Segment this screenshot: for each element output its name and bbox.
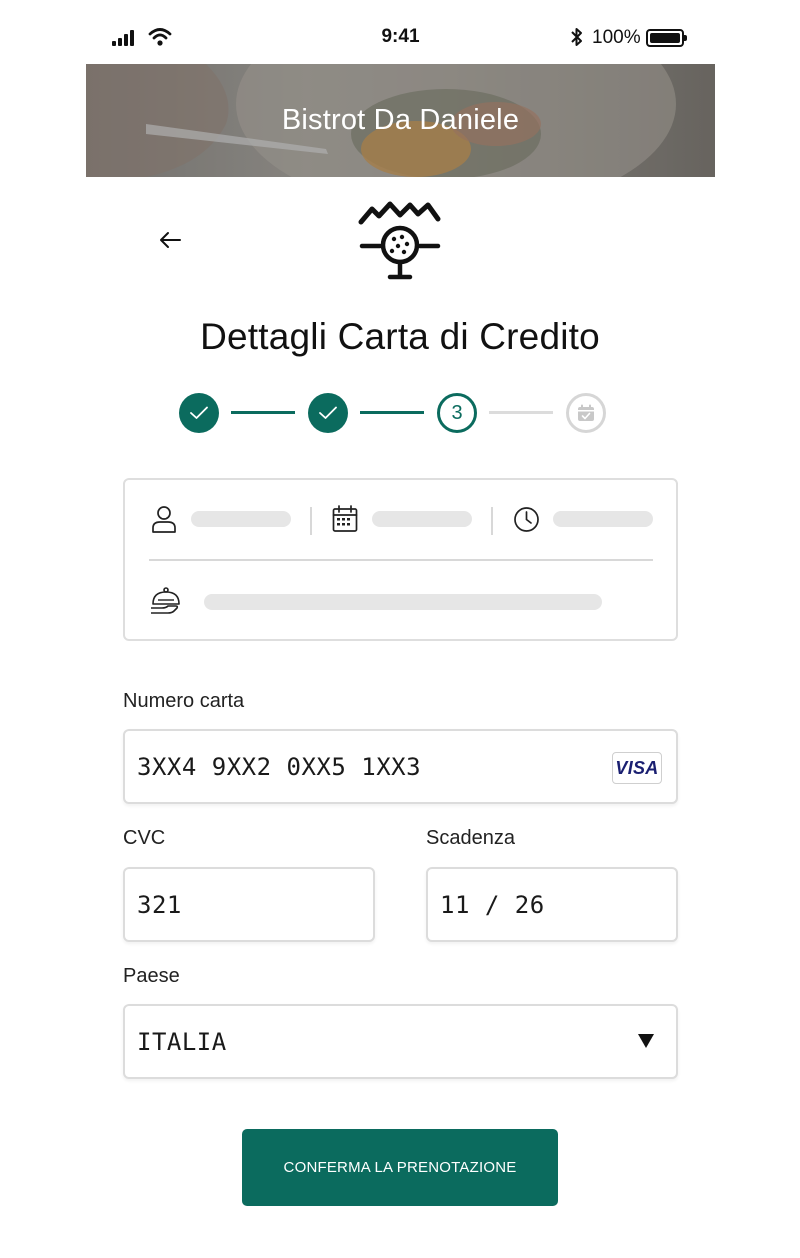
dropdown-arrow-icon xyxy=(638,1034,654,1048)
confirm-reservation-button[interactable]: CONFERMA LA PRENOTAZIONE xyxy=(242,1129,558,1206)
date-placeholder xyxy=(372,511,472,527)
bluetooth-icon xyxy=(571,28,582,46)
arrow-left-icon xyxy=(160,232,181,248)
expiry-input[interactable]: 11 / 26 xyxy=(426,867,678,942)
divider xyxy=(491,507,493,535)
card-number-input[interactable]: 3XX4 9XX2 0XX5 1XX3 VISA xyxy=(123,729,678,804)
expiry-label: Scadenza xyxy=(426,827,515,849)
cvc-label: CVC xyxy=(123,827,166,849)
calendar-check-icon xyxy=(578,404,594,421)
step-connector xyxy=(231,411,295,414)
cvc-value: 321 xyxy=(137,891,182,919)
check-icon xyxy=(319,406,337,419)
menu-placeholder xyxy=(204,594,602,610)
step-3-current: 3 xyxy=(437,393,477,433)
check-icon xyxy=(190,406,208,419)
cvc-input[interactable]: 321 xyxy=(123,867,375,942)
country-label: Paese xyxy=(123,965,180,987)
divider xyxy=(149,559,653,561)
step-2-completed xyxy=(308,393,348,433)
step-connector xyxy=(360,411,424,414)
step-1-completed xyxy=(179,393,219,433)
country-select[interactable]: ITALIA xyxy=(123,1004,678,1079)
hero-banner: Bistrot Da Daniele xyxy=(86,64,715,177)
step-connector xyxy=(489,411,553,414)
cloche-icon xyxy=(151,587,180,614)
restaurant-logo-icon xyxy=(358,201,441,280)
battery-percentage: 100% xyxy=(592,27,641,48)
restaurant-name: Bistrot Da Daniele xyxy=(281,104,520,136)
status-bar: 9:41 100% xyxy=(86,0,715,64)
guests-placeholder xyxy=(191,511,291,527)
divider xyxy=(310,507,312,535)
reservation-summary-card xyxy=(123,478,678,641)
card-number-label: Numero carta xyxy=(123,690,245,712)
country-value: ITALIA xyxy=(137,1028,227,1056)
calendar-icon xyxy=(332,505,358,532)
clock-icon xyxy=(514,507,539,532)
expiry-value: 11 / 26 xyxy=(440,891,545,919)
card-number-value: 3XX4 9XX2 0XX5 1XX3 xyxy=(137,753,422,781)
time-placeholder xyxy=(553,511,653,527)
step-4-pending xyxy=(566,393,606,433)
user-icon xyxy=(152,506,176,533)
visa-card-icon: VISA xyxy=(612,752,662,784)
battery-icon xyxy=(646,29,687,47)
back-button[interactable] xyxy=(152,222,188,258)
page-title: Dettagli Carta di Credito xyxy=(200,316,600,357)
